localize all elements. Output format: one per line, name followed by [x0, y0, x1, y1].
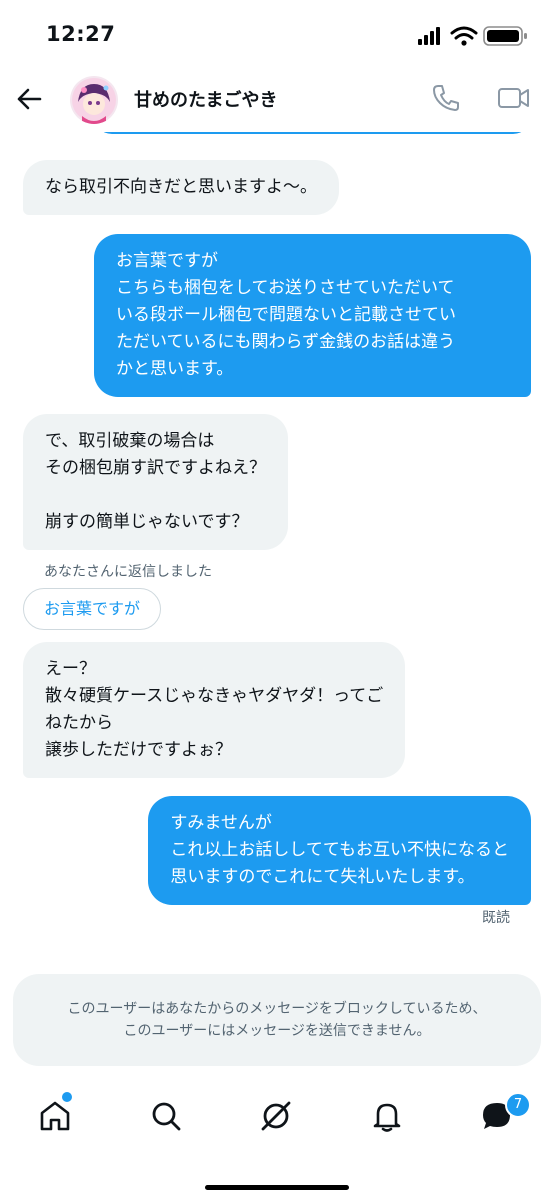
wifi-icon: [450, 26, 478, 46]
avatar[interactable]: [70, 76, 118, 124]
home-unread-dot: [60, 1090, 74, 1104]
message-bubble-outgoing[interactable]: お言葉ですが こちらも梱包をしてお送りさせていただいて いる段ボール梱包で問題な…: [94, 234, 531, 397]
status-bar: 12:27: [0, 0, 554, 66]
blocked-notice-line-1: このユーザーはあなたからのメッセージをブロックしているため、: [67, 1001, 487, 1017]
message-bubble-incoming[interactable]: で、取引破棄の場合は その梱包崩す訳ですよねえ？ 崩すの簡単じゃないです？: [23, 414, 288, 550]
read-receipt: 既読: [482, 910, 510, 926]
conversation-header: 甘めのたまごやき: [0, 66, 554, 132]
message-list[interactable]: なら取引不向きだと思いますよ〜。 お言葉ですが こちらも梱包をしてお送りさせてい…: [0, 132, 554, 952]
search-icon[interactable]: [148, 1098, 184, 1134]
grok-icon[interactable]: [258, 1098, 294, 1134]
cellular-signal-icon: [418, 27, 440, 45]
phone-icon[interactable]: [430, 82, 462, 114]
blocked-notice: このユーザーはあなたからのメッセージをブロックしているため、 このユーザーにはメ…: [13, 974, 541, 1066]
battery-icon: [483, 26, 527, 46]
conversation-title[interactable]: 甘めのたまごやき: [134, 86, 277, 112]
reply-context-label: あなたさんに返信しました: [44, 564, 212, 580]
reply-quoted-message[interactable]: お言葉ですが: [23, 588, 162, 630]
home-indicator: [205, 1185, 349, 1190]
status-icons: [418, 26, 527, 46]
blocked-notice-line-2: このユーザーにはメッセージを送信できません。: [123, 1023, 431, 1039]
message-bubble-outgoing[interactable]: すみませんが これ以上お話ししててもお互い不快になると 思いますのでこれにて失礼…: [148, 796, 531, 905]
bottom-nav: 7: [0, 1090, 554, 1150]
message-bubble-incoming[interactable]: えー？ 散々硬質ケースじゃなきゃヤダヤダ！ってご ねたから 譲歩しただけですよぉ…: [23, 642, 406, 778]
message-bubble-outgoing-clipped: [94, 132, 531, 134]
back-arrow-icon[interactable]: [14, 84, 44, 114]
status-time: 12:27: [46, 22, 116, 46]
messages-unread-badge: 7: [505, 1092, 531, 1118]
message-bubble-incoming[interactable]: なら取引不向きだと思いますよ〜。: [23, 160, 339, 215]
video-call-icon[interactable]: [497, 82, 531, 114]
notifications-icon[interactable]: [369, 1098, 405, 1134]
